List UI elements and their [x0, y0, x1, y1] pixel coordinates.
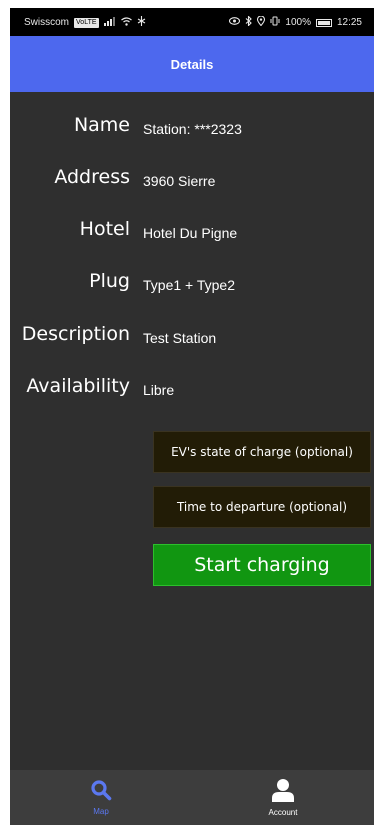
start-charging-button[interactable]: Start charging [153, 544, 371, 586]
detail-row-plug: Plug Type1 + Type2 [10, 266, 374, 296]
phone-screen: Swisscom VoLTE 100% 12:25 Details Name S… [10, 8, 374, 825]
detail-value: Libre [143, 382, 175, 398]
user-icon [270, 778, 296, 806]
detail-label: Plug [89, 270, 130, 292]
app-header: Details [10, 36, 374, 92]
battery-icon [315, 18, 332, 27]
search-icon [90, 779, 112, 805]
nav-label-map: Map [93, 807, 109, 816]
detail-value: Type1 + Type2 [143, 277, 235, 293]
time-to-departure-label: Time to departure (optional) [176, 500, 348, 514]
detail-row-availability: Availability Libre [10, 371, 374, 401]
nav-label-account: Account [268, 808, 298, 817]
status-right: 100% 12:25 [229, 15, 362, 29]
detail-label: Address [54, 166, 130, 188]
carrier-name: Swisscom [24, 17, 70, 28]
page-title: Details [170, 56, 214, 72]
vibrate-icon [270, 16, 280, 29]
status-bar: Swisscom VoLTE 100% 12:25 [10, 8, 374, 36]
detail-label: Description [21, 323, 130, 345]
detail-row-name: Name Station: ***2323 [10, 110, 374, 140]
detail-row-address: Address 3960 Sierre [10, 162, 374, 192]
start-charging-label: Start charging [194, 554, 330, 576]
volte-badge: VoLTE [74, 17, 99, 28]
detail-value: Station: ***2323 [143, 121, 242, 137]
detail-row-hotel: Hotel Hotel Du Pigne [10, 214, 374, 244]
detail-label: Name [73, 114, 130, 136]
time-to-departure-field[interactable]: Time to departure (optional) [153, 486, 371, 528]
detail-row-description: Description Test Station [10, 319, 374, 349]
clock-time: 12:25 [336, 17, 362, 28]
detail-value: Hotel Du Pigne [143, 225, 238, 241]
bottom-nav: Map Account [10, 770, 374, 825]
detail-label: Availability [26, 375, 130, 397]
nav-item-account[interactable]: Account [192, 770, 374, 825]
wifi-icon [120, 16, 132, 29]
bluetooth-icon [245, 15, 253, 29]
state-of-charge-field[interactable]: EV's state of charge (optional) [153, 431, 371, 473]
detail-value: 3960 Sierre [143, 173, 216, 189]
detail-value: Test Station [143, 330, 217, 346]
detail-label: Hotel [79, 218, 130, 240]
nav-item-map[interactable]: Map [10, 770, 192, 825]
battery-percent: 100% [285, 17, 311, 28]
bluetooth-share-icon [137, 16, 146, 29]
state-of-charge-label: EV's state of charge (optional) [171, 445, 353, 459]
signal-icon [103, 16, 116, 29]
eye-icon [229, 17, 241, 28]
location-icon [257, 15, 266, 29]
status-left: Swisscom VoLTE [24, 16, 146, 29]
